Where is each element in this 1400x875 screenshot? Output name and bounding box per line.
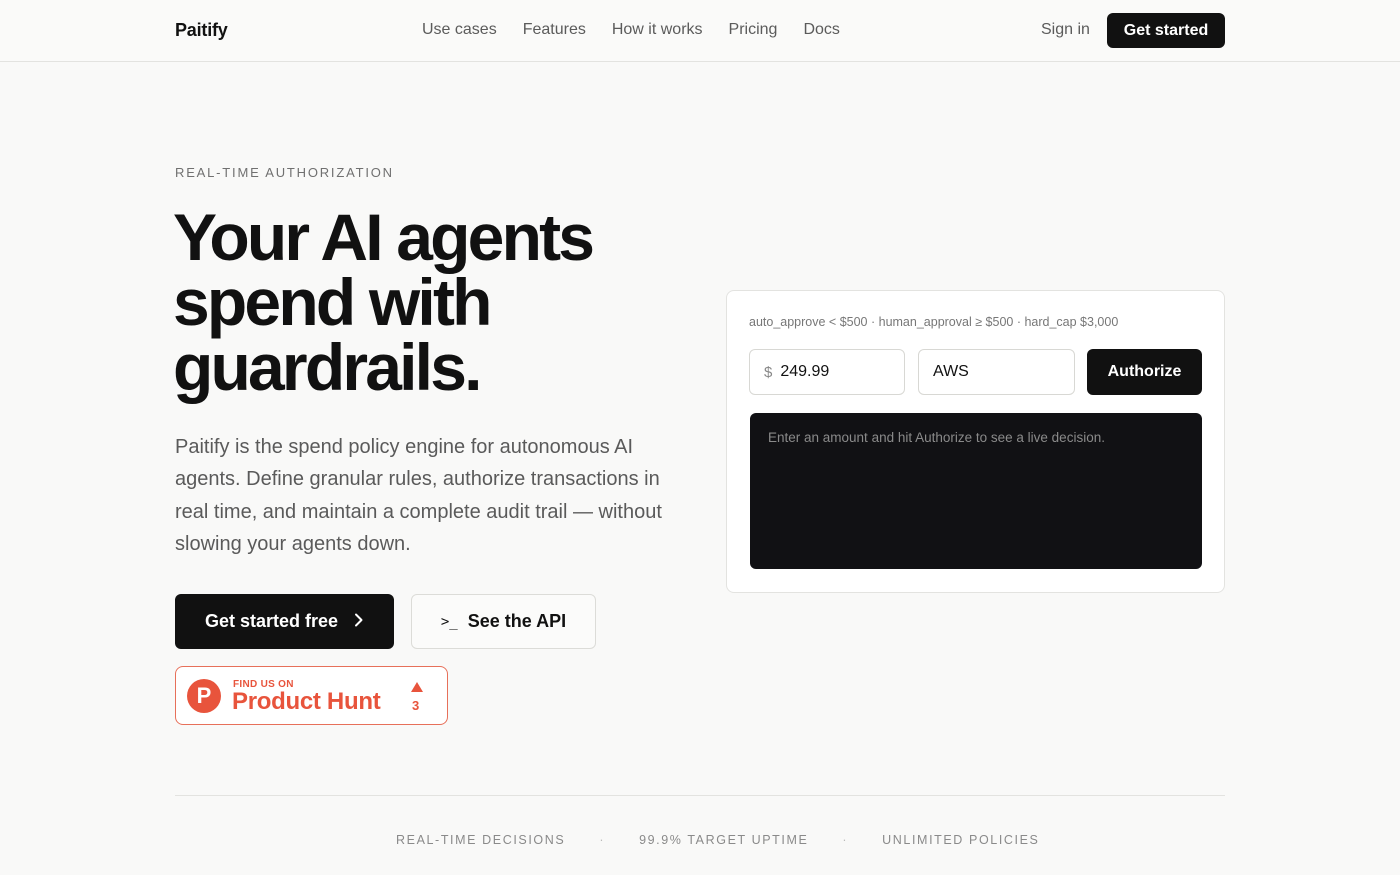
vendor-input[interactable]: AWS xyxy=(918,349,1075,395)
vendor-value: AWS xyxy=(933,363,969,380)
nav-link-how-it-works[interactable]: How it works xyxy=(612,21,703,39)
stat-unlimited-policies: UNLIMITED POLICIES xyxy=(882,833,1040,847)
stat-target-uptime: 99.9% TARGET UPTIME xyxy=(639,833,809,847)
product-hunt-logo-icon: P xyxy=(187,679,221,713)
see-the-api-label: See the API xyxy=(467,611,567,631)
section-divider xyxy=(175,795,1225,796)
nav-links: Use cases Features How it works Pricing … xyxy=(422,21,840,39)
headline-line-3: guardrails. xyxy=(173,330,482,404)
hero-headline: Your AI agents spend with guardrails. xyxy=(173,200,595,404)
get-started-button[interactable]: Get started xyxy=(1107,13,1225,48)
headline-line-1: Your AI agents xyxy=(173,200,595,274)
brand-logo[interactable]: Paitify xyxy=(175,20,228,41)
nav-link-pricing[interactable]: Pricing xyxy=(729,21,778,39)
stat-realtime-decisions: REAL-TIME DECISIONS xyxy=(396,833,566,847)
hero-description: Paitify is the spend policy engine for a… xyxy=(175,436,662,555)
currency-symbol: $ xyxy=(764,363,773,381)
decision-console: Enter an amount and hit Authorize to see… xyxy=(750,413,1202,569)
amount-input[interactable]: $ 249.99 xyxy=(749,349,905,395)
amount-value: 249.99 xyxy=(780,363,830,380)
hero-eyebrow: REAL-TIME AUTHORIZATION xyxy=(175,165,394,180)
upvote-triangle-icon xyxy=(411,682,423,692)
top-navbar: Paitify Use cases Features How it works … xyxy=(0,0,1400,62)
product-hunt-name: Product Hunt xyxy=(232,688,381,715)
policy-summary: auto_approve < $500 · human_approval ≥ $… xyxy=(749,315,1119,329)
headline-line-2: spend with xyxy=(173,265,492,339)
nav-link-features[interactable]: Features xyxy=(523,21,586,39)
see-the-api-button[interactable]: >_ See the API xyxy=(411,594,596,649)
authorization-demo-card: auto_approve < $500 · human_approval ≥ $… xyxy=(726,290,1225,593)
console-placeholder: Enter an amount and hit Authorize to see… xyxy=(768,430,1105,445)
stat-separator: · xyxy=(599,833,606,847)
product-hunt-badge[interactable]: P FIND US ON Product Hunt 3 xyxy=(175,666,448,725)
nav-link-docs[interactable]: Docs xyxy=(803,21,839,39)
product-hunt-vote-count: 3 xyxy=(412,698,420,713)
nav-link-use-cases[interactable]: Use cases xyxy=(422,21,497,39)
authorize-button[interactable]: Authorize xyxy=(1087,349,1202,395)
get-started-free-button[interactable]: Get started free xyxy=(175,594,394,649)
terminal-icon: >_ xyxy=(440,613,458,630)
stats-strip: REAL-TIME DECISIONS · 99.9% TARGET UPTIM… xyxy=(396,833,1039,847)
chevron-right-icon xyxy=(354,611,364,632)
get-started-free-label: Get started free xyxy=(204,611,339,631)
sign-in-link[interactable]: Sign in xyxy=(1041,21,1090,39)
stat-separator: · xyxy=(842,833,849,847)
